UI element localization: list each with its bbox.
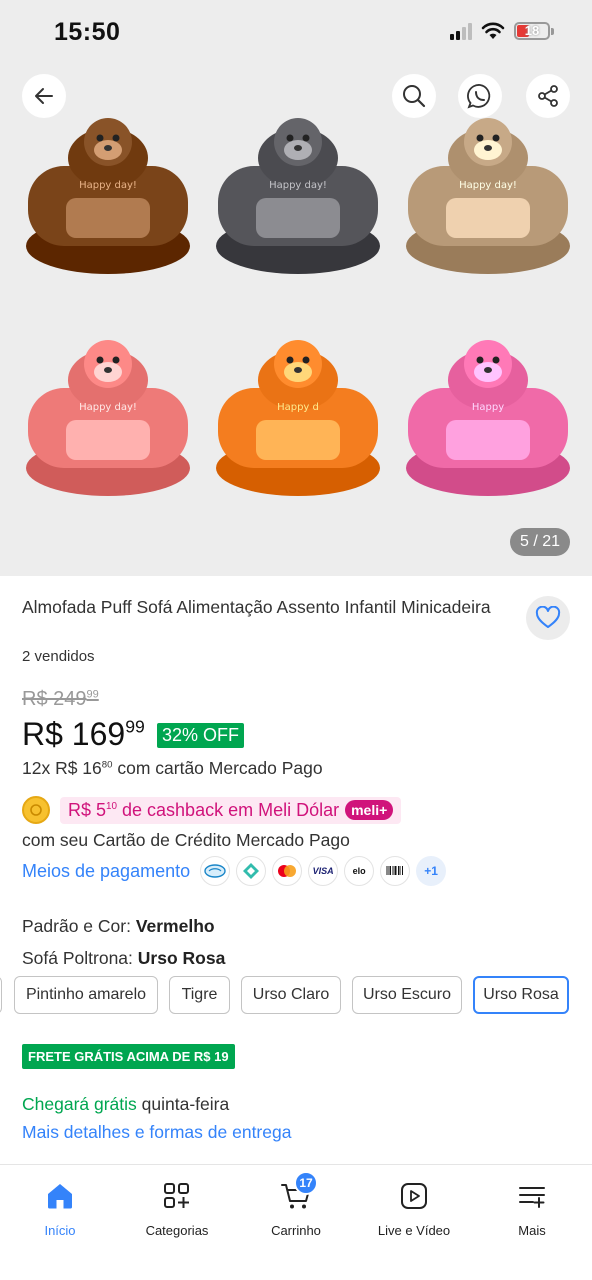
plush-seat: Happy (398, 318, 578, 508)
svg-text:Happy d: Happy d (277, 402, 319, 413)
boleto-icon (380, 856, 411, 886)
variant-chip-partial[interactable] (0, 976, 2, 1014)
plush-seat: Happy day! (208, 96, 388, 286)
sold-count: 2 vendidos (22, 648, 95, 665)
mercadopago-icon (200, 856, 231, 886)
free-shipping-badge: FRETE GRÁTIS ACIMA DE R$ 19 (22, 1044, 235, 1069)
svg-text:Happy day!: Happy day! (79, 402, 137, 413)
current-price: R$ 16999 (22, 716, 145, 752)
product-image-gallery[interactable]: Happy day! Happy day! Happy day! Happy day!… (0, 62, 592, 576)
svg-text:Happy day!: Happy day! (79, 180, 137, 191)
status-bar: 15:50 18 (0, 0, 592, 62)
delivery-estimate: Chegará grátis quinta-feira (22, 1094, 230, 1114)
nav-label: Carrinho (271, 1223, 321, 1238)
svg-text:Happy: Happy (472, 402, 504, 413)
cart-count-badge: 17 (294, 1171, 318, 1195)
cashback-subtitle: com seu Cartão de Crédito Mercado Pago (22, 830, 350, 850)
product-title: Almofada Puff Sofá Alimentação Assento I… (22, 597, 491, 617)
cashback-pill: R$ 510 de cashback em Meli Dólar meli+ (60, 796, 402, 824)
plush-seat: Happy d (208, 318, 388, 508)
plush-seat: Happy day! (18, 318, 198, 508)
more-payments-badge[interactable]: +1 (416, 856, 447, 886)
variant-chip[interactable]: Pintinho amarelo (14, 976, 158, 1014)
nav-label: Início (44, 1223, 76, 1238)
plush-seat: Happy day! (398, 96, 578, 286)
color-variant-label: Padrão e Cor: Vermelho (22, 916, 215, 936)
delivery-details-link[interactable]: Mais detalhes e formas de entrega (22, 1122, 291, 1143)
svg-text:Happy day!: Happy day! (459, 180, 517, 191)
installments-info: 12x R$ 1680 com cartão Mercado Pago (22, 758, 323, 778)
status-time: 15:50 (54, 18, 121, 46)
nav-item-cart[interactable]: 17 Carrinho (237, 1171, 355, 1238)
image-counter: 5 / 21 (509, 528, 570, 556)
meli-plus-badge: meli+ (345, 800, 394, 820)
categories-icon (164, 1183, 189, 1208)
bottom-navigation: Início Categorias 17 Carrinho Live e Víd… (0, 1164, 592, 1280)
payment-methods[interactable]: Meios de pagamento VISA elo +1 (22, 856, 447, 886)
nav-label: Live e Vídeo (377, 1223, 451, 1238)
nav-item-categories[interactable]: Categorias (118, 1179, 236, 1238)
pix-icon (236, 856, 267, 886)
status-icons: 18 (450, 22, 554, 40)
model-variant-label: Sofá Poltrona: Urso Rosa (22, 948, 226, 968)
favorite-button[interactable] (526, 596, 570, 640)
nav-label: Mais (518, 1223, 546, 1238)
svg-text:Happy day!: Happy day! (269, 180, 327, 191)
cellular-signal-icon (450, 22, 472, 40)
coin-icon (22, 796, 50, 824)
variant-options: Pintinho amarelo Tigre Urso Claro Urso E… (0, 976, 592, 1016)
wifi-icon (481, 22, 505, 39)
payment-methods-link[interactable]: Meios de pagamento (22, 861, 190, 882)
variant-chip[interactable]: Urso Escuro (352, 976, 462, 1014)
visa-icon: VISA (308, 856, 339, 886)
video-play-icon (401, 1183, 427, 1209)
plush-seat: Happy day! (18, 96, 198, 286)
battery-icon: 18 (514, 22, 554, 40)
variant-chip[interactable]: Urso Claro (241, 976, 341, 1014)
nav-item-live-video[interactable]: Live e Vídeo (355, 1179, 473, 1238)
nav-item-more[interactable]: Mais (473, 1179, 591, 1238)
home-icon (48, 1184, 72, 1209)
battery-level: 18 (524, 23, 540, 38)
original-price: R$ 24999 (22, 688, 99, 710)
elo-icon: elo (344, 856, 375, 886)
menu-plus-icon (519, 1187, 545, 1208)
mastercard-icon (272, 856, 303, 886)
variant-chip[interactable]: Tigre (169, 976, 230, 1014)
discount-badge: 32% OFF (157, 723, 245, 748)
nav-item-home[interactable]: Início (1, 1179, 119, 1238)
heart-icon (535, 606, 561, 628)
product-photo: Happy day! Happy day! Happy day! Happy day!… (18, 96, 578, 508)
variant-chip-selected[interactable]: Urso Rosa (473, 976, 569, 1014)
cashback-banner: R$ 510 de cashback em Meli Dólar meli+ (22, 796, 402, 824)
nav-label: Categorias (145, 1223, 209, 1238)
